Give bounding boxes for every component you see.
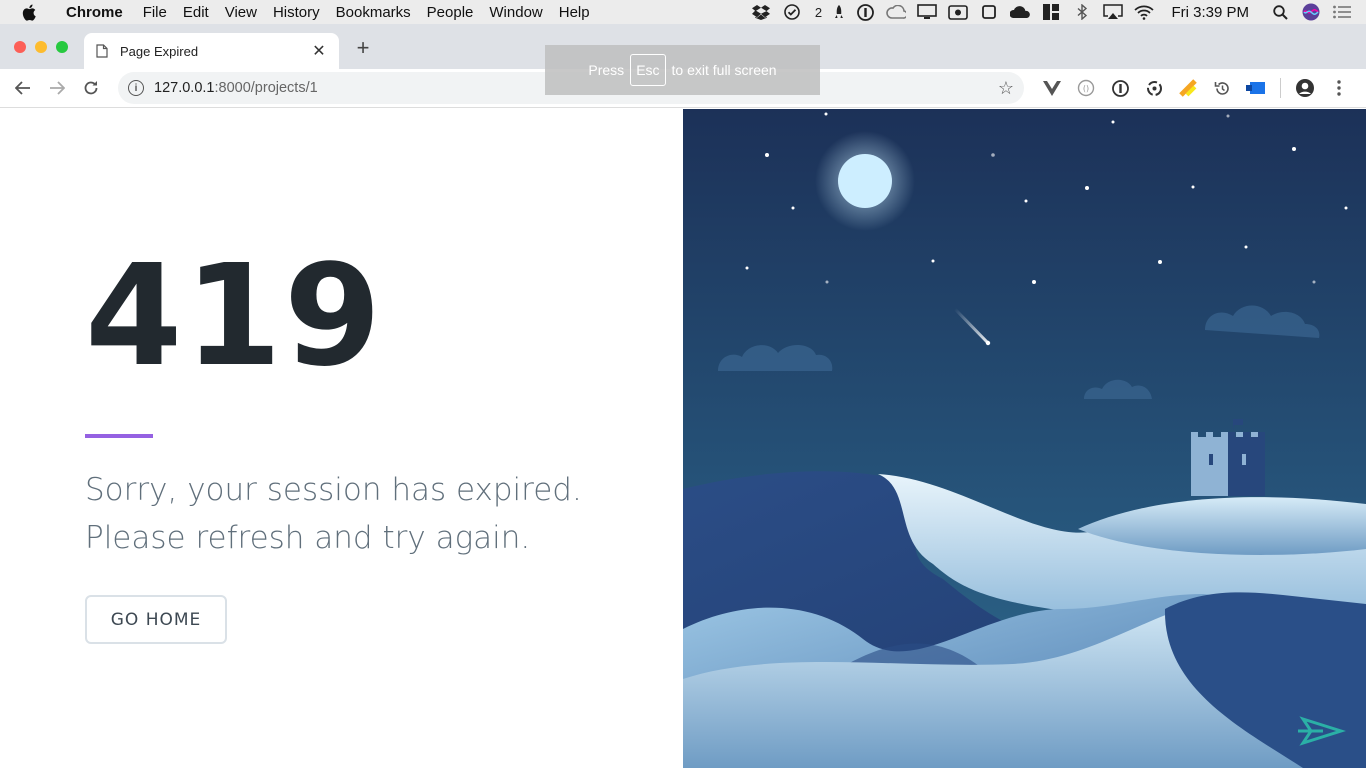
toast-suffix: to exit full screen bbox=[671, 62, 777, 78]
site-info-icon[interactable]: i bbox=[128, 80, 144, 96]
tiles-icon[interactable] bbox=[1041, 4, 1061, 20]
creative-cloud-icon[interactable] bbox=[886, 4, 907, 20]
onepassword-ext-icon[interactable] bbox=[1110, 78, 1130, 98]
menu-bookmarks[interactable]: Bookmarks bbox=[328, 4, 419, 21]
screen-record-icon[interactable] bbox=[948, 4, 969, 20]
chrome-menu-icon[interactable] bbox=[1329, 78, 1349, 98]
window-minimize-button[interactable] bbox=[35, 41, 47, 53]
menubar-clock[interactable]: Fri 3:39 PM bbox=[1165, 4, 1259, 21]
moon bbox=[838, 154, 892, 208]
url-path: :8000/projects/1 bbox=[214, 80, 318, 96]
tasks-check-icon[interactable] bbox=[782, 4, 802, 20]
display-icon[interactable] bbox=[917, 4, 938, 20]
notification-center-icon[interactable] bbox=[1332, 4, 1352, 20]
bluetooth-icon[interactable] bbox=[1072, 4, 1092, 20]
back-arrow-icon[interactable] bbox=[6, 71, 40, 105]
menu-file[interactable]: File bbox=[135, 4, 175, 21]
window-maximize-button[interactable] bbox=[56, 41, 68, 53]
error-message: Sorry, your session has expired. Please … bbox=[85, 466, 645, 562]
tasks-count-badge: 2 bbox=[814, 4, 823, 20]
airplay-icon[interactable] bbox=[1103, 4, 1124, 20]
window-square-icon[interactable] bbox=[979, 4, 999, 20]
forward-arrow-icon[interactable] bbox=[40, 71, 74, 105]
menu-app-chrome[interactable]: Chrome bbox=[58, 4, 135, 21]
tab-title: Page Expired bbox=[120, 43, 199, 59]
onepassword-icon[interactable] bbox=[855, 3, 875, 21]
svg-text:(): () bbox=[1083, 84, 1089, 93]
tab-page-expired[interactable]: Page Expired ✕ bbox=[84, 33, 339, 69]
page-icon bbox=[96, 44, 108, 58]
toast-prefix: Press bbox=[588, 62, 625, 78]
toolbar-separator bbox=[1280, 78, 1281, 98]
night-desert-illustration bbox=[683, 109, 1366, 768]
menu-window[interactable]: Window bbox=[481, 4, 550, 21]
page-expired-view: 419 Sorry, your session has expired. Ple… bbox=[0, 109, 1366, 768]
menu-view[interactable]: View bbox=[217, 4, 265, 21]
siri-icon[interactable] bbox=[1301, 3, 1321, 21]
bookmark-star-icon[interactable]: ☆ bbox=[998, 78, 1014, 99]
dropbox-icon[interactable] bbox=[751, 4, 771, 20]
go-home-button[interactable]: GO HOME bbox=[85, 595, 227, 644]
window-close-button[interactable] bbox=[14, 41, 26, 53]
menu-edit[interactable]: Edit bbox=[175, 4, 217, 21]
macos-menubar: Chrome File Edit View History Bookmarks … bbox=[0, 0, 1366, 24]
error-code: 419 bbox=[85, 235, 384, 398]
accent-divider bbox=[85, 434, 153, 438]
extensions-area: () bbox=[1042, 78, 1349, 98]
toast-esc-key: Esc bbox=[630, 54, 666, 86]
color-picker-ext-icon[interactable] bbox=[1178, 78, 1198, 98]
wifi-icon[interactable] bbox=[1134, 4, 1155, 20]
sync-ext-icon[interactable] bbox=[1144, 78, 1164, 98]
status-area: 2 Fri 3:39 PM bbox=[751, 3, 1366, 21]
cloud-app-icon[interactable] bbox=[1010, 4, 1031, 20]
error-message-line-1: Sorry, your session has expired. bbox=[85, 472, 582, 508]
error-message-line-2: Please refresh and try again. bbox=[85, 520, 531, 556]
vue-devtools-icon[interactable] bbox=[1042, 78, 1062, 98]
new-tab-plus-icon[interactable]: + bbox=[352, 37, 374, 60]
error-content-panel: 419 Sorry, your session has expired. Ple… bbox=[0, 109, 683, 768]
history-ext-icon[interactable] bbox=[1212, 78, 1232, 98]
rocket-icon[interactable] bbox=[834, 4, 844, 20]
fullscreen-exit-toast: Press Esc to exit full screen bbox=[545, 45, 820, 95]
menu-people[interactable]: People bbox=[419, 4, 482, 21]
ext-circle-icon[interactable]: () bbox=[1076, 78, 1096, 98]
illustration-svg bbox=[683, 109, 1366, 768]
apple-menu-icon[interactable] bbox=[0, 4, 58, 21]
screen-share-ext-icon[interactable] bbox=[1246, 78, 1266, 98]
profile-avatar-icon[interactable] bbox=[1295, 78, 1315, 98]
spotlight-search-icon[interactable] bbox=[1270, 4, 1290, 20]
menu-history[interactable]: History bbox=[265, 4, 328, 21]
tab-close-icon[interactable]: ✕ bbox=[311, 41, 327, 61]
menu-help[interactable]: Help bbox=[551, 4, 598, 21]
url-host: 127.0.0.1 bbox=[154, 80, 215, 96]
reload-icon[interactable] bbox=[74, 71, 108, 105]
